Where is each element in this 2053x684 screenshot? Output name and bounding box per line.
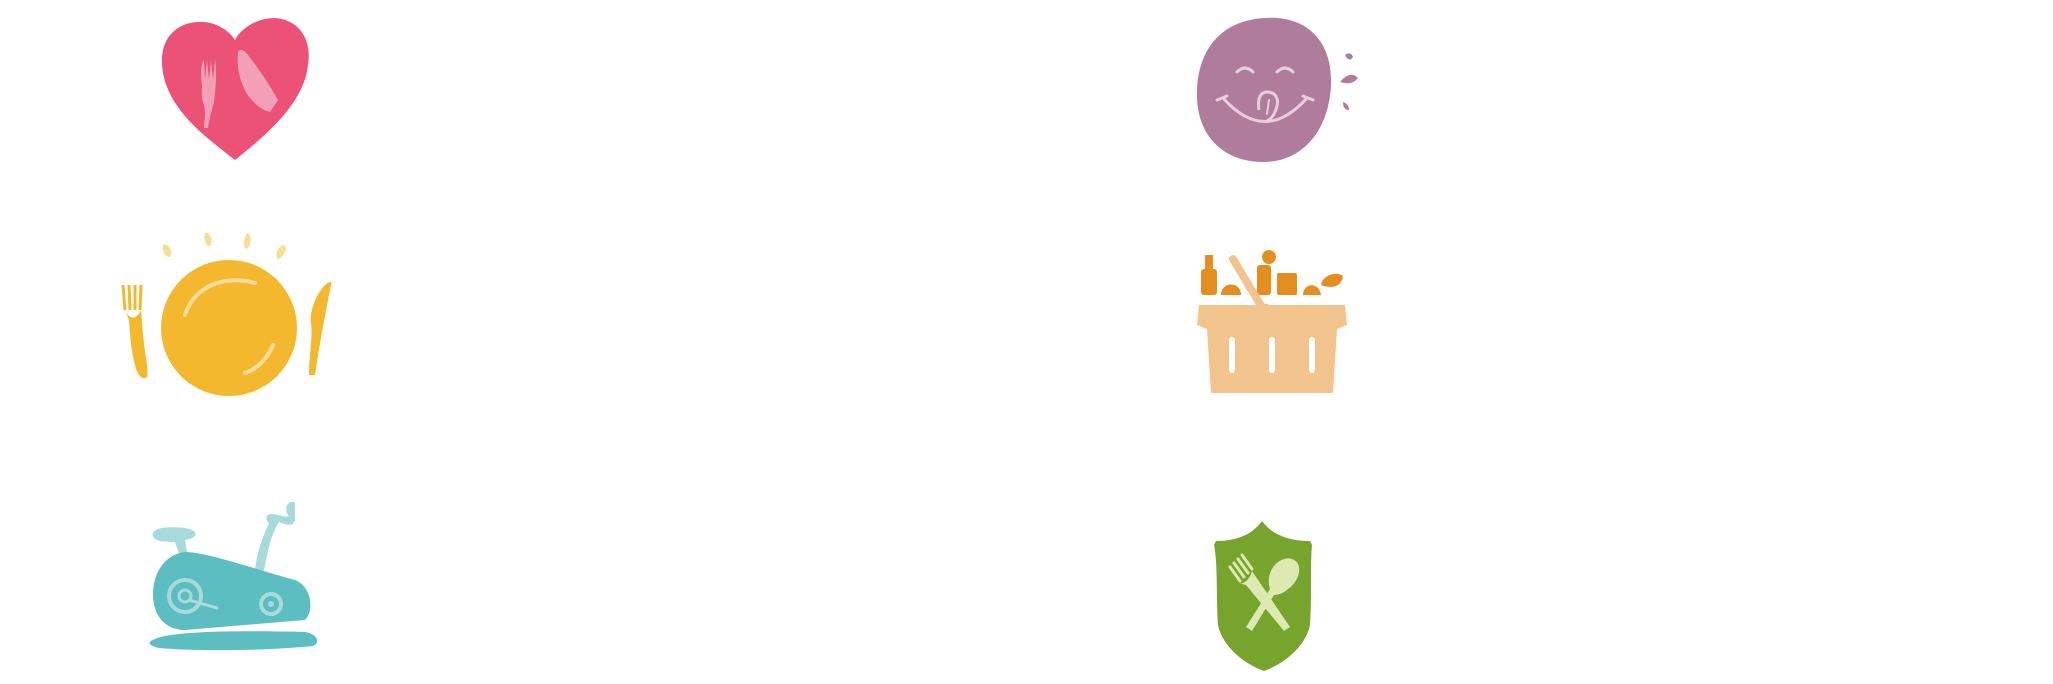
tasty-face-icon — [1185, 10, 1370, 170]
exercise-bike-icon — [145, 490, 325, 660]
plate-cutlery-icon — [115, 225, 345, 400]
heart-cutlery-icon — [150, 10, 320, 170]
grocery-basket-icon — [1185, 245, 1360, 400]
food-safety-shield-icon — [1200, 515, 1330, 675]
